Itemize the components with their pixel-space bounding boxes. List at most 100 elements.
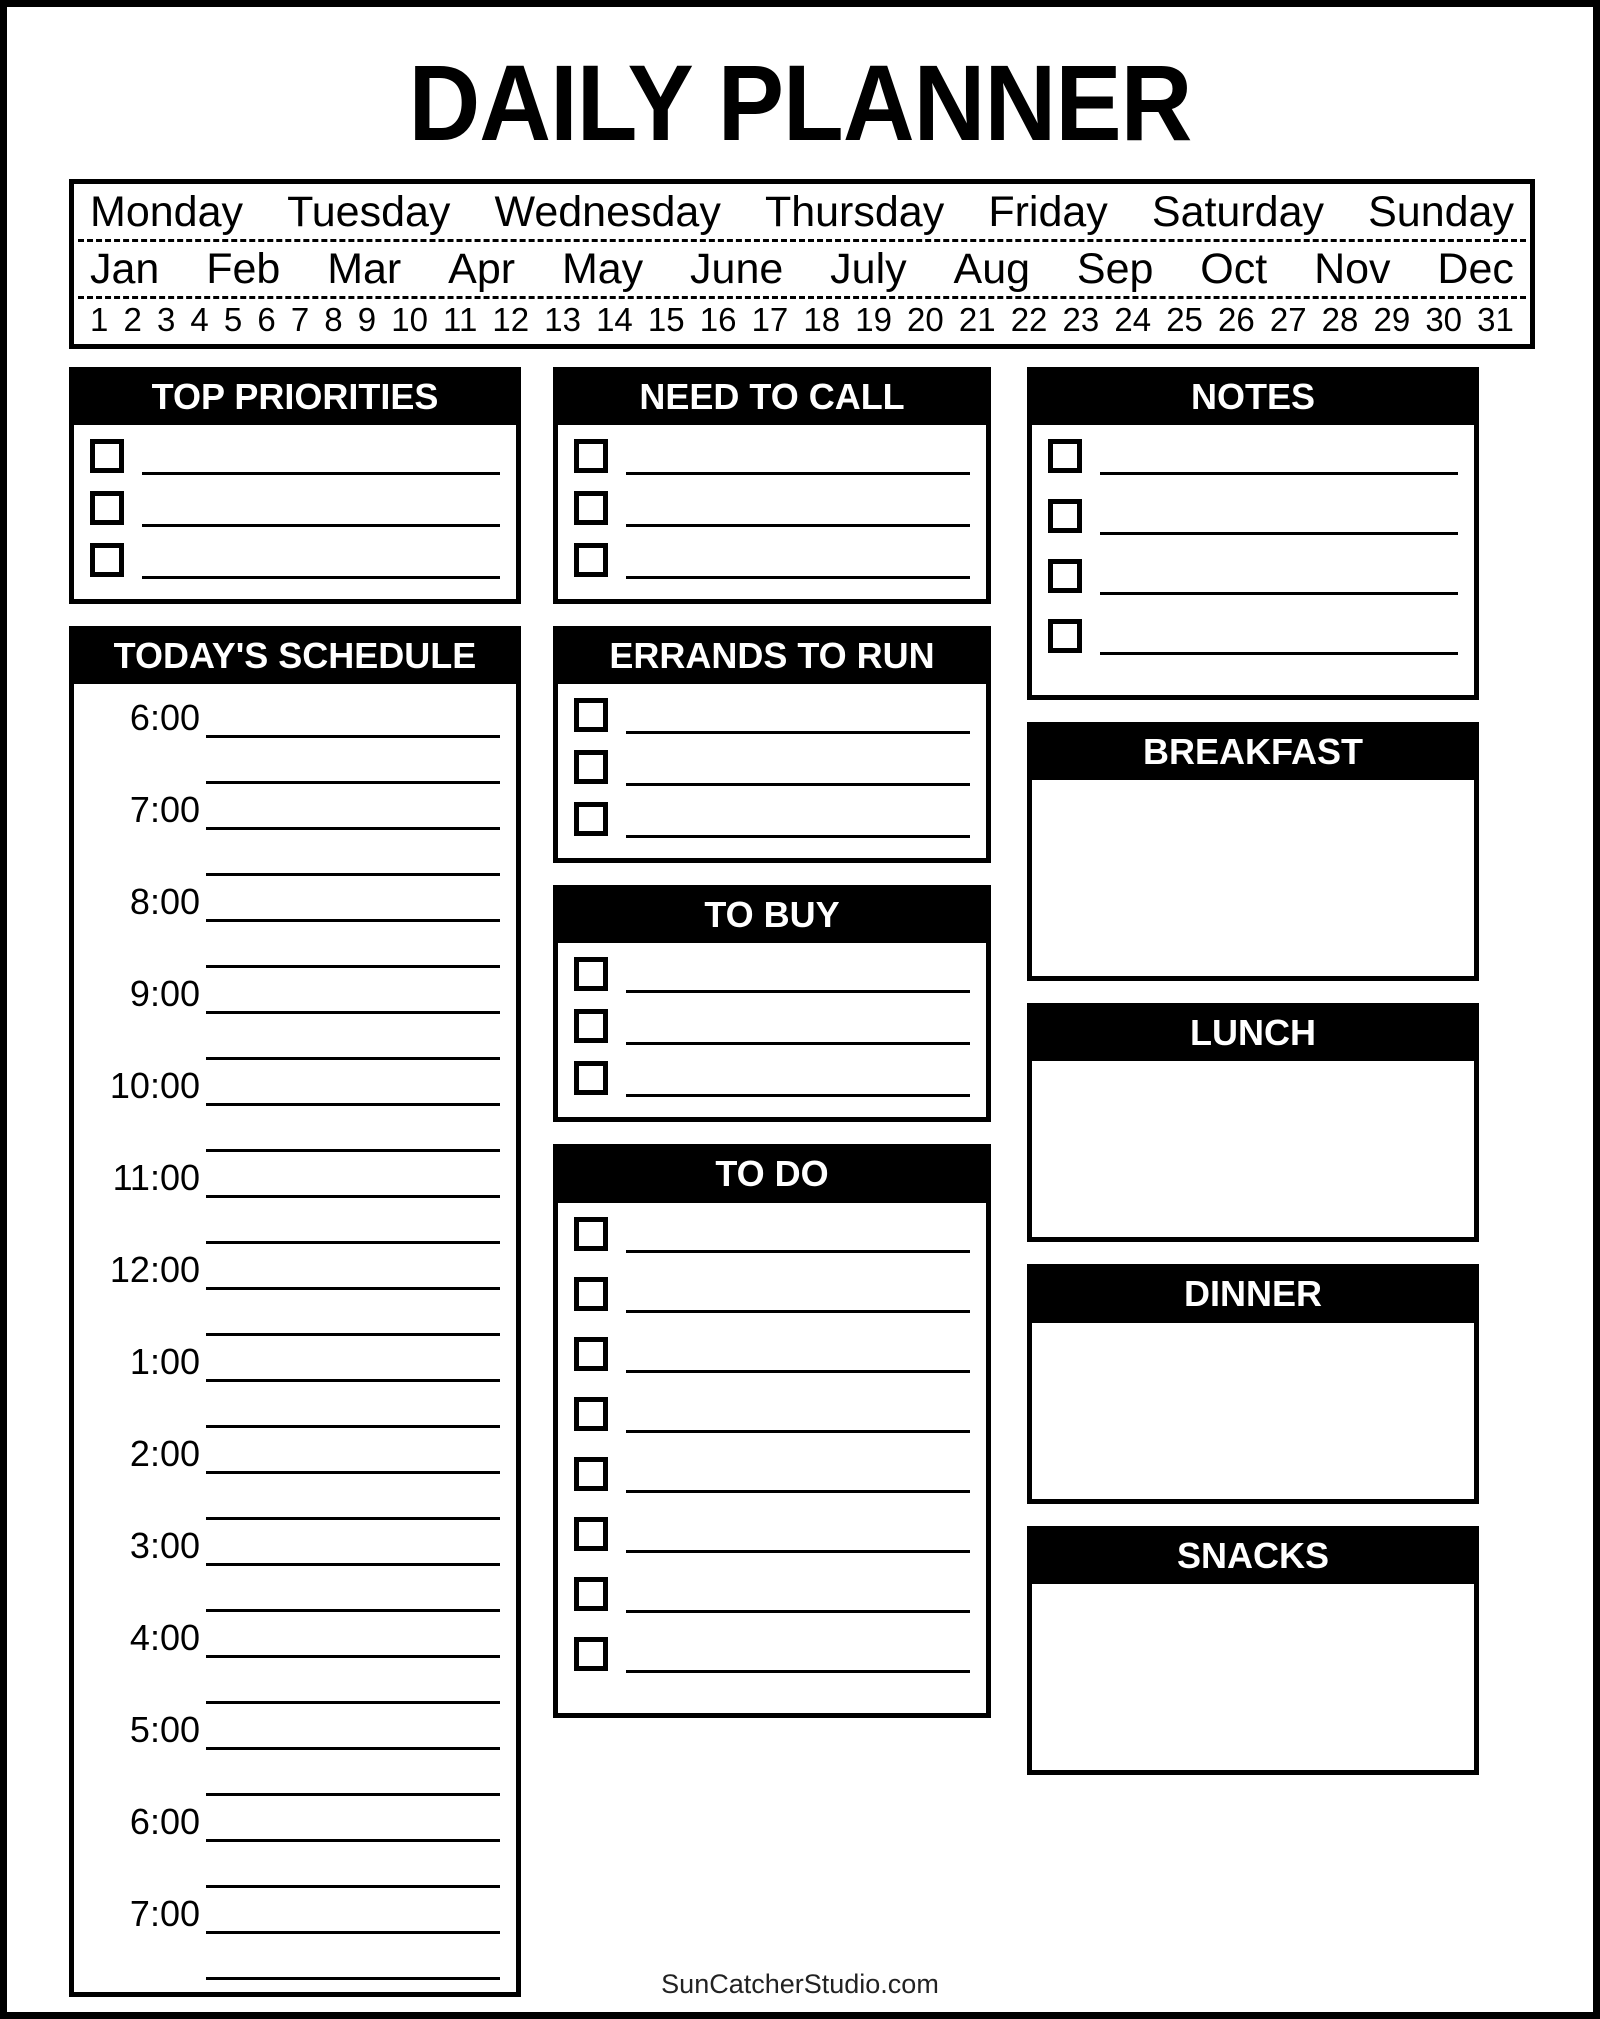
checkbox-icon[interactable] — [574, 1576, 608, 1611]
day-number-30[interactable]: 31 — [1477, 301, 1514, 339]
write-line[interactable] — [626, 963, 970, 994]
schedule-write-line[interactable] — [206, 1152, 500, 1199]
day-number-25[interactable]: 26 — [1218, 301, 1255, 339]
schedule-write-line[interactable] — [206, 1336, 500, 1383]
checkbox-icon[interactable] — [1048, 619, 1082, 654]
day-number-13[interactable]: 14 — [596, 301, 633, 339]
schedule-write-line[interactable] — [206, 1106, 500, 1153]
schedule-write-line[interactable] — [206, 1612, 500, 1659]
write-line[interactable] — [626, 1015, 970, 1046]
write-line[interactable] — [626, 756, 970, 787]
day-number-21[interactable]: 22 — [1011, 301, 1048, 339]
day-number-5[interactable]: 6 — [257, 301, 275, 339]
write-line[interactable] — [1100, 621, 1458, 656]
checkbox-icon[interactable] — [574, 1636, 608, 1671]
checkbox-icon[interactable] — [574, 439, 608, 474]
month-1[interactable]: Feb — [206, 245, 280, 294]
checkbox-icon[interactable] — [574, 698, 608, 733]
day-number-11[interactable]: 12 — [492, 301, 529, 339]
write-line[interactable] — [626, 808, 970, 839]
month-5[interactable]: June — [690, 245, 783, 294]
schedule-write-line[interactable] — [206, 1842, 500, 1889]
month-2[interactable]: Mar — [327, 245, 401, 294]
day-number-6[interactable]: 7 — [291, 301, 309, 339]
schedule-write-line[interactable] — [206, 876, 500, 923]
day-number-27[interactable]: 28 — [1322, 301, 1359, 339]
schedule-write-line[interactable] — [206, 1888, 500, 1935]
day-number-29[interactable]: 30 — [1425, 301, 1462, 339]
write-line[interactable] — [626, 1279, 970, 1313]
month-6[interactable]: July — [830, 245, 906, 294]
checkbox-icon[interactable] — [1048, 559, 1082, 594]
day-number-17[interactable]: 18 — [803, 301, 840, 339]
write-line[interactable] — [1100, 561, 1458, 596]
write-line[interactable] — [1100, 441, 1458, 476]
write-line[interactable] — [626, 1339, 970, 1373]
day-number-16[interactable]: 17 — [752, 301, 789, 339]
checkbox-icon[interactable] — [574, 1456, 608, 1491]
weekday-1[interactable]: Tuesday — [287, 188, 450, 237]
schedule-write-line[interactable] — [206, 1428, 500, 1475]
schedule-write-line[interactable] — [206, 1382, 500, 1429]
day-number-14[interactable]: 15 — [648, 301, 685, 339]
day-number-10[interactable]: 11 — [443, 301, 477, 339]
schedule-write-line[interactable] — [206, 1290, 500, 1337]
month-4[interactable]: May — [562, 245, 643, 294]
checkbox-icon[interactable] — [574, 1396, 608, 1431]
day-number-12[interactable]: 13 — [544, 301, 581, 339]
schedule-write-line[interactable] — [206, 1198, 500, 1245]
month-8[interactable]: Sep — [1077, 245, 1154, 294]
breakfast-write-area[interactable] — [1032, 780, 1474, 976]
month-10[interactable]: Nov — [1314, 245, 1390, 294]
day-number-8[interactable]: 9 — [358, 301, 376, 339]
day-number-7[interactable]: 8 — [324, 301, 342, 339]
write-line[interactable] — [626, 704, 970, 735]
checkbox-icon[interactable] — [574, 957, 608, 992]
checkbox-icon[interactable] — [574, 491, 608, 526]
day-number-4[interactable]: 5 — [224, 301, 242, 339]
checkbox-icon[interactable] — [574, 1216, 608, 1251]
schedule-write-line[interactable] — [206, 1244, 500, 1291]
schedule-write-line[interactable] — [206, 1796, 500, 1843]
weekday-0[interactable]: Monday — [90, 188, 243, 237]
checkbox-icon[interactable] — [574, 750, 608, 785]
schedule-write-line[interactable] — [206, 1658, 500, 1705]
schedule-write-line[interactable] — [206, 784, 500, 831]
weekday-6[interactable]: Sunday — [1368, 188, 1514, 237]
write-line[interactable] — [626, 1639, 970, 1673]
checkbox-icon[interactable] — [574, 1061, 608, 1096]
schedule-write-line[interactable] — [206, 1474, 500, 1521]
day-number-9[interactable]: 10 — [391, 301, 428, 339]
month-7[interactable]: Aug — [954, 245, 1031, 294]
weekday-3[interactable]: Thursday — [765, 188, 944, 237]
dinner-write-area[interactable] — [1032, 1323, 1474, 1499]
day-number-3[interactable]: 4 — [190, 301, 208, 339]
checkbox-icon[interactable] — [90, 491, 124, 526]
write-line[interactable] — [626, 445, 970, 476]
checkbox-icon[interactable] — [90, 439, 124, 474]
schedule-write-line[interactable] — [206, 738, 500, 785]
write-line[interactable] — [626, 497, 970, 528]
checkbox-icon[interactable] — [574, 1336, 608, 1371]
day-number-23[interactable]: 24 — [1114, 301, 1151, 339]
day-number-28[interactable]: 29 — [1374, 301, 1411, 339]
write-line[interactable] — [142, 549, 500, 580]
month-0[interactable]: Jan — [90, 245, 159, 294]
checkbox-icon[interactable] — [90, 543, 124, 578]
day-number-0[interactable]: 1 — [90, 301, 108, 339]
schedule-write-line[interactable] — [206, 1014, 500, 1061]
schedule-write-line[interactable] — [206, 692, 500, 739]
schedule-write-line[interactable] — [206, 830, 500, 877]
day-number-22[interactable]: 23 — [1063, 301, 1100, 339]
day-number-20[interactable]: 21 — [959, 301, 996, 339]
day-number-15[interactable]: 16 — [700, 301, 737, 339]
checkbox-icon[interactable] — [574, 1276, 608, 1311]
write-line[interactable] — [626, 1459, 970, 1493]
schedule-write-line[interactable] — [206, 1566, 500, 1613]
month-9[interactable]: Oct — [1200, 245, 1267, 294]
schedule-write-line[interactable] — [206, 1060, 500, 1107]
day-number-18[interactable]: 19 — [855, 301, 892, 339]
day-number-2[interactable]: 3 — [157, 301, 175, 339]
weekday-5[interactable]: Saturday — [1152, 188, 1324, 237]
day-number-24[interactable]: 25 — [1166, 301, 1203, 339]
